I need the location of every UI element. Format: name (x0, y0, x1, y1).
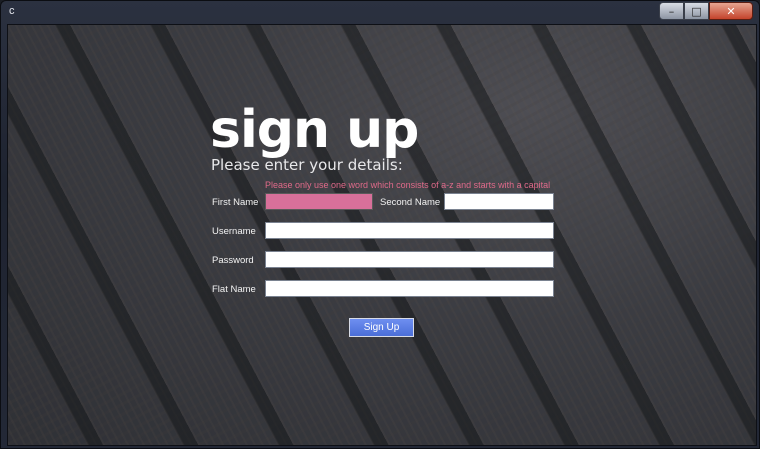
password-label: Password (212, 255, 254, 266)
second-name-field[interactable] (444, 193, 554, 210)
flat-name-field[interactable] (265, 280, 554, 297)
close-button[interactable]: ✕ (709, 2, 753, 20)
caption-buttons: – □ ✕ (659, 2, 753, 20)
first-name-label: First Name (212, 197, 259, 208)
app-window: c – □ ✕ sign up Please enter your detail… (0, 0, 760, 449)
title-bar[interactable]: c – □ ✕ (1, 1, 759, 23)
sign-up-button[interactable]: Sign Up (349, 318, 414, 337)
signup-form: sign up Please enter your details: Pleas… (8, 25, 756, 445)
maximize-button[interactable]: □ (684, 2, 709, 20)
first-name-field[interactable] (265, 193, 373, 210)
client-area-background: sign up Please enter your details: Pleas… (7, 24, 757, 446)
minimize-button[interactable]: – (659, 2, 684, 20)
page-title: sign up (210, 100, 419, 160)
second-name-label: Second Name (380, 197, 441, 208)
username-field[interactable] (265, 222, 554, 239)
flat-name-label: Flat Name (212, 284, 256, 295)
username-label: Username (212, 226, 256, 237)
password-field[interactable] (265, 251, 554, 268)
validation-hint: Please only use one word which consists … (265, 180, 551, 190)
window-title: c (9, 5, 15, 17)
page-subtitle: Please enter your details: (211, 156, 403, 174)
